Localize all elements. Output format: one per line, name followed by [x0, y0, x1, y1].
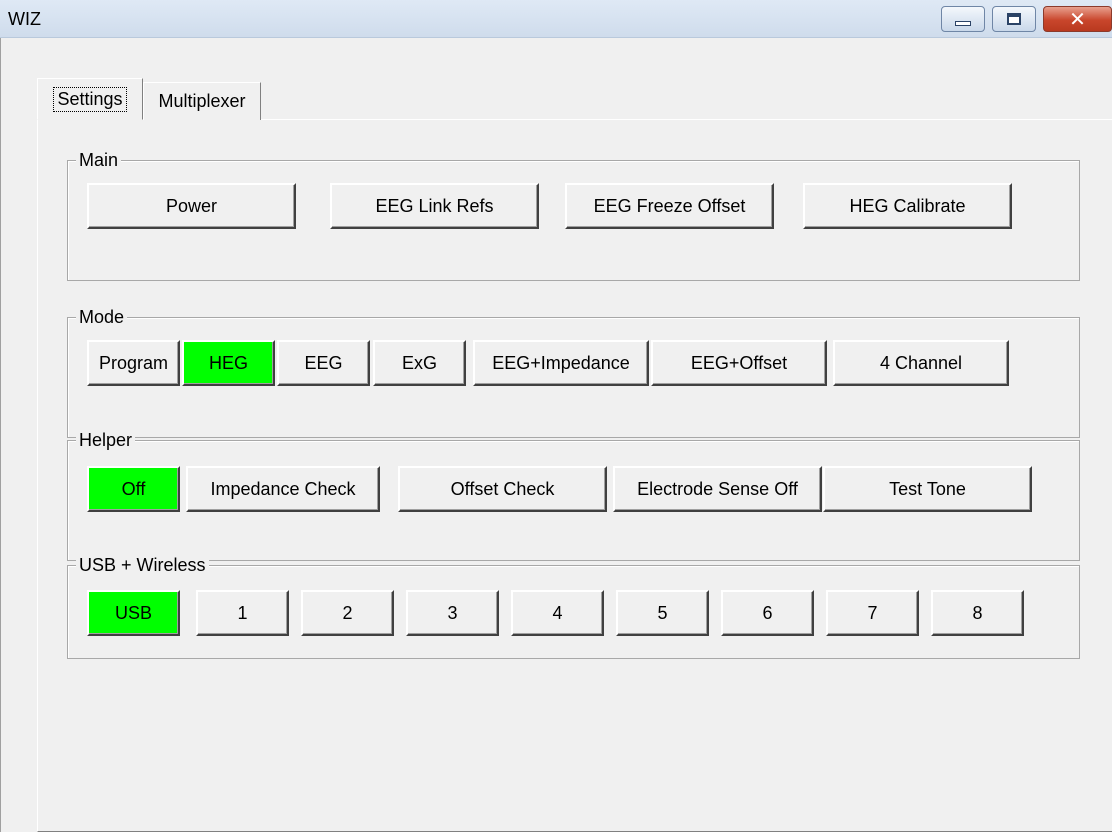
minimize-icon — [955, 20, 971, 26]
helper-offset-check-button[interactable]: Offset Check — [398, 466, 607, 512]
maximize-button[interactable] — [992, 6, 1036, 32]
helper-off-button[interactable]: Off — [87, 466, 180, 512]
wireless-2-button[interactable]: 2 — [301, 590, 394, 636]
wireless-4-button[interactable]: 4 — [511, 590, 604, 636]
mode-heg-button[interactable]: HEG — [182, 340, 275, 386]
group-usb-wireless-title: USB + Wireless — [76, 554, 209, 576]
title-bar[interactable]: WIZ ✕ — [0, 0, 1112, 38]
mode-program-button[interactable]: Program — [87, 340, 180, 386]
group-main: Main Power EEG Link Refs EEG Freeze Offs… — [67, 149, 1080, 281]
eeg-link-refs-button[interactable]: EEG Link Refs — [330, 183, 539, 229]
client-area: Main Power EEG Link Refs EEG Freeze Offs… — [0, 38, 1112, 832]
helper-test-tone-button[interactable]: Test Tone — [823, 466, 1032, 512]
wireless-8-button[interactable]: 8 — [931, 590, 1024, 636]
group-mode-title: Mode — [76, 306, 128, 328]
wireless-6-button[interactable]: 6 — [721, 590, 814, 636]
helper-electrode-sense-off-button[interactable]: Electrode Sense Off — [613, 466, 822, 512]
group-mode: Mode Program HEG EEG ExG EEG+Impedance E… — [67, 306, 1080, 438]
close-icon: ✕ — [1069, 7, 1086, 31]
heg-calibrate-button[interactable]: HEG Calibrate — [803, 183, 1012, 229]
mode-eeg-offset-button[interactable]: EEG+Offset — [651, 340, 827, 386]
usb-button[interactable]: USB — [87, 590, 180, 636]
group-helper-title: Helper — [76, 429, 136, 451]
settings-tab-panel: Main Power EEG Link Refs EEG Freeze Offs… — [37, 119, 1112, 832]
tab-settings-label: Settings — [53, 86, 127, 112]
helper-impedance-check-button[interactable]: Impedance Check — [186, 466, 380, 512]
power-button[interactable]: Power — [87, 183, 296, 229]
app-window: WIZ ✕ Main Power EEG Link Refs EEG Freez… — [0, 0, 1112, 832]
mode-exg-button[interactable]: ExG — [373, 340, 466, 386]
close-button[interactable]: ✕ — [1043, 6, 1112, 32]
group-helper: Helper Off Impedance Check Offset Check … — [67, 429, 1080, 561]
eeg-freeze-offset-button[interactable]: EEG Freeze Offset — [565, 183, 774, 229]
tab-multiplexer-label: Multiplexer — [158, 91, 246, 111]
minimize-button[interactable] — [941, 6, 985, 32]
wireless-7-button[interactable]: 7 — [826, 590, 919, 636]
mode-4-channel-button[interactable]: 4 Channel — [833, 340, 1009, 386]
maximize-icon — [1007, 13, 1021, 25]
group-main-title: Main — [76, 149, 122, 171]
tab-settings[interactable]: Settings — [37, 78, 143, 120]
wireless-1-button[interactable]: 1 — [196, 590, 289, 636]
mode-eeg-button[interactable]: EEG — [277, 340, 370, 386]
wireless-3-button[interactable]: 3 — [406, 590, 499, 636]
window-title: WIZ — [8, 9, 41, 29]
wireless-5-button[interactable]: 5 — [616, 590, 709, 636]
mode-eeg-impedance-button[interactable]: EEG+Impedance — [473, 340, 649, 386]
group-usb-wireless: USB + Wireless USB 1 2 3 4 5 6 7 8 — [67, 554, 1080, 659]
tab-multiplexer[interactable]: Multiplexer — [143, 82, 261, 120]
